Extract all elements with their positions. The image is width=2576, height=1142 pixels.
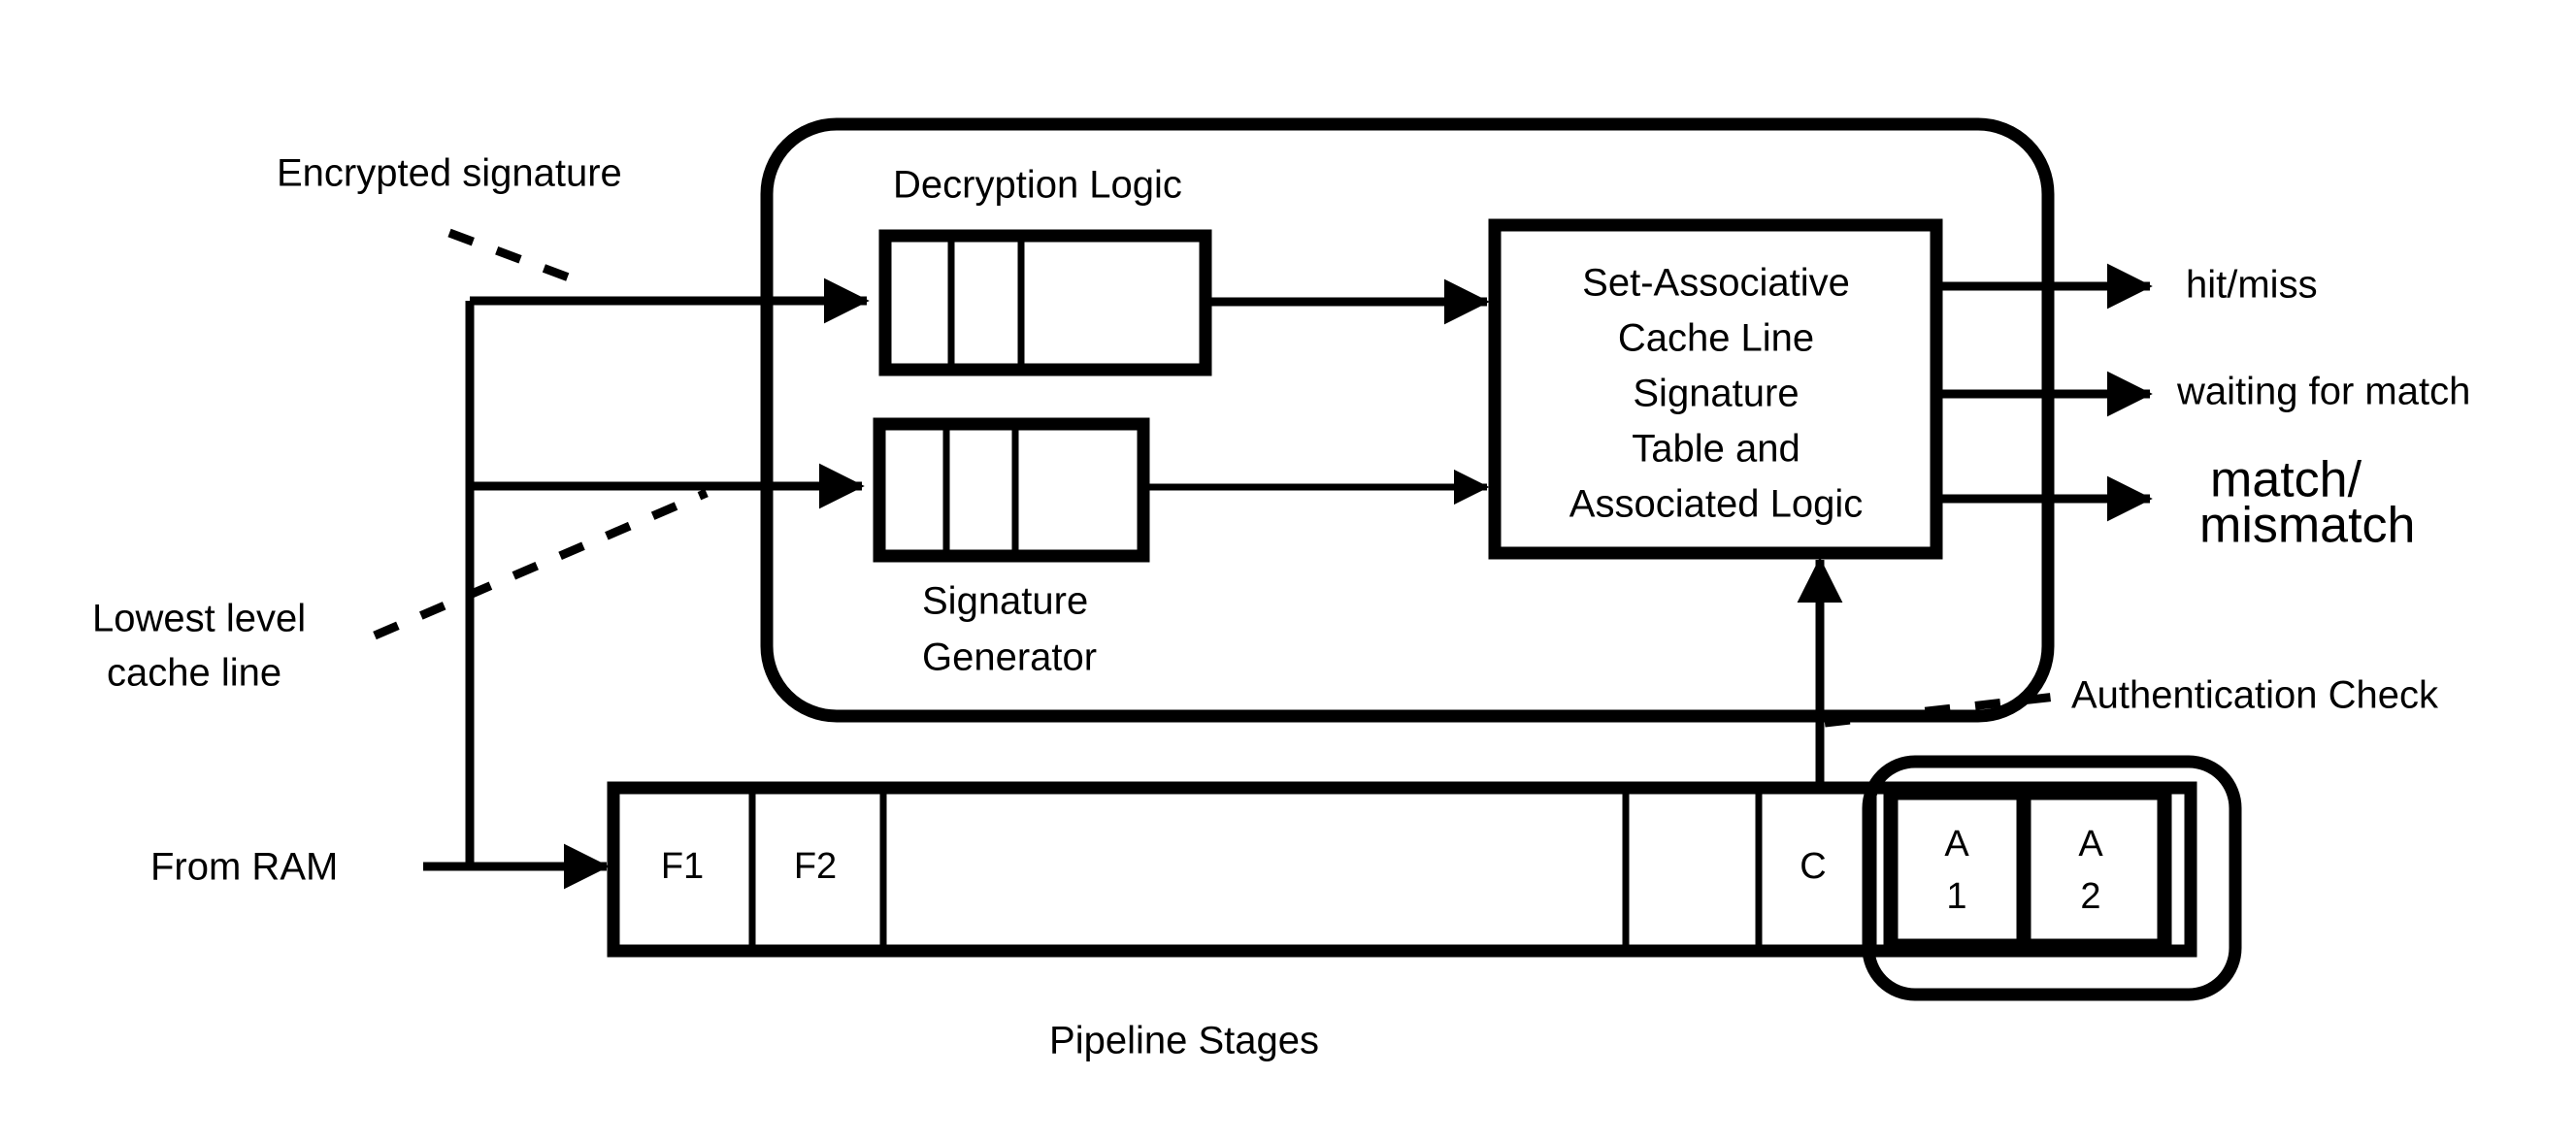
auth-stage-label-a1-bottom: 1 <box>1946 876 1966 917</box>
label-signature-generator-1: Signature <box>922 580 1088 623</box>
leader-encrypted-signature <box>447 228 586 288</box>
pipeline-stage-label-c: C <box>1800 846 1826 887</box>
pipeline-stage-label-f1: F1 <box>661 846 704 887</box>
table-text-line-3: Signature <box>1633 373 1799 415</box>
table-text-line-5: Associated Logic <box>1569 483 1863 526</box>
table-text-line-4: Table and <box>1632 428 1800 471</box>
pipeline-stage-label-f2: F2 <box>794 846 837 887</box>
output-label-hit-miss: hit/miss <box>2186 264 2318 307</box>
auth-stage-label-a2-top: A <box>2078 824 2103 865</box>
table-text-line-1: Set-Associative <box>1582 262 1850 305</box>
label-decryption-logic: Decryption Logic <box>893 164 1182 207</box>
output-label-mismatch: mismatch <box>2199 498 2415 554</box>
label-authentication-check: Authentication Check <box>2071 674 2439 717</box>
label-encrypted-signature: Encrypted signature <box>277 152 622 195</box>
label-lowest-level-cache-line-1: Lowest level <box>92 598 306 640</box>
table-text-line-2: Cache Line <box>1618 317 1814 360</box>
architecture-diagram: Encrypted signature Lowest level cache l… <box>92 117 2470 1062</box>
label-signature-generator-2: Generator <box>922 636 1097 679</box>
diagram-canvas: Encrypted signature Lowest level cache l… <box>0 0 2576 1142</box>
signature-generator-box <box>873 417 1150 563</box>
auth-stage-label-a1-top: A <box>1944 824 1969 865</box>
label-pipeline-stages: Pipeline Stages <box>1049 1020 1319 1062</box>
leader-lowest-level-cache-line <box>373 488 709 640</box>
output-label-waiting-for-match: waiting for match <box>2176 371 2470 413</box>
label-lowest-level-cache-line-2: cache line <box>107 652 281 695</box>
decryption-register-box <box>878 229 1212 376</box>
auth-stage-label-a2-bottom: 2 <box>2080 876 2100 917</box>
label-from-ram: From RAM <box>150 846 338 889</box>
